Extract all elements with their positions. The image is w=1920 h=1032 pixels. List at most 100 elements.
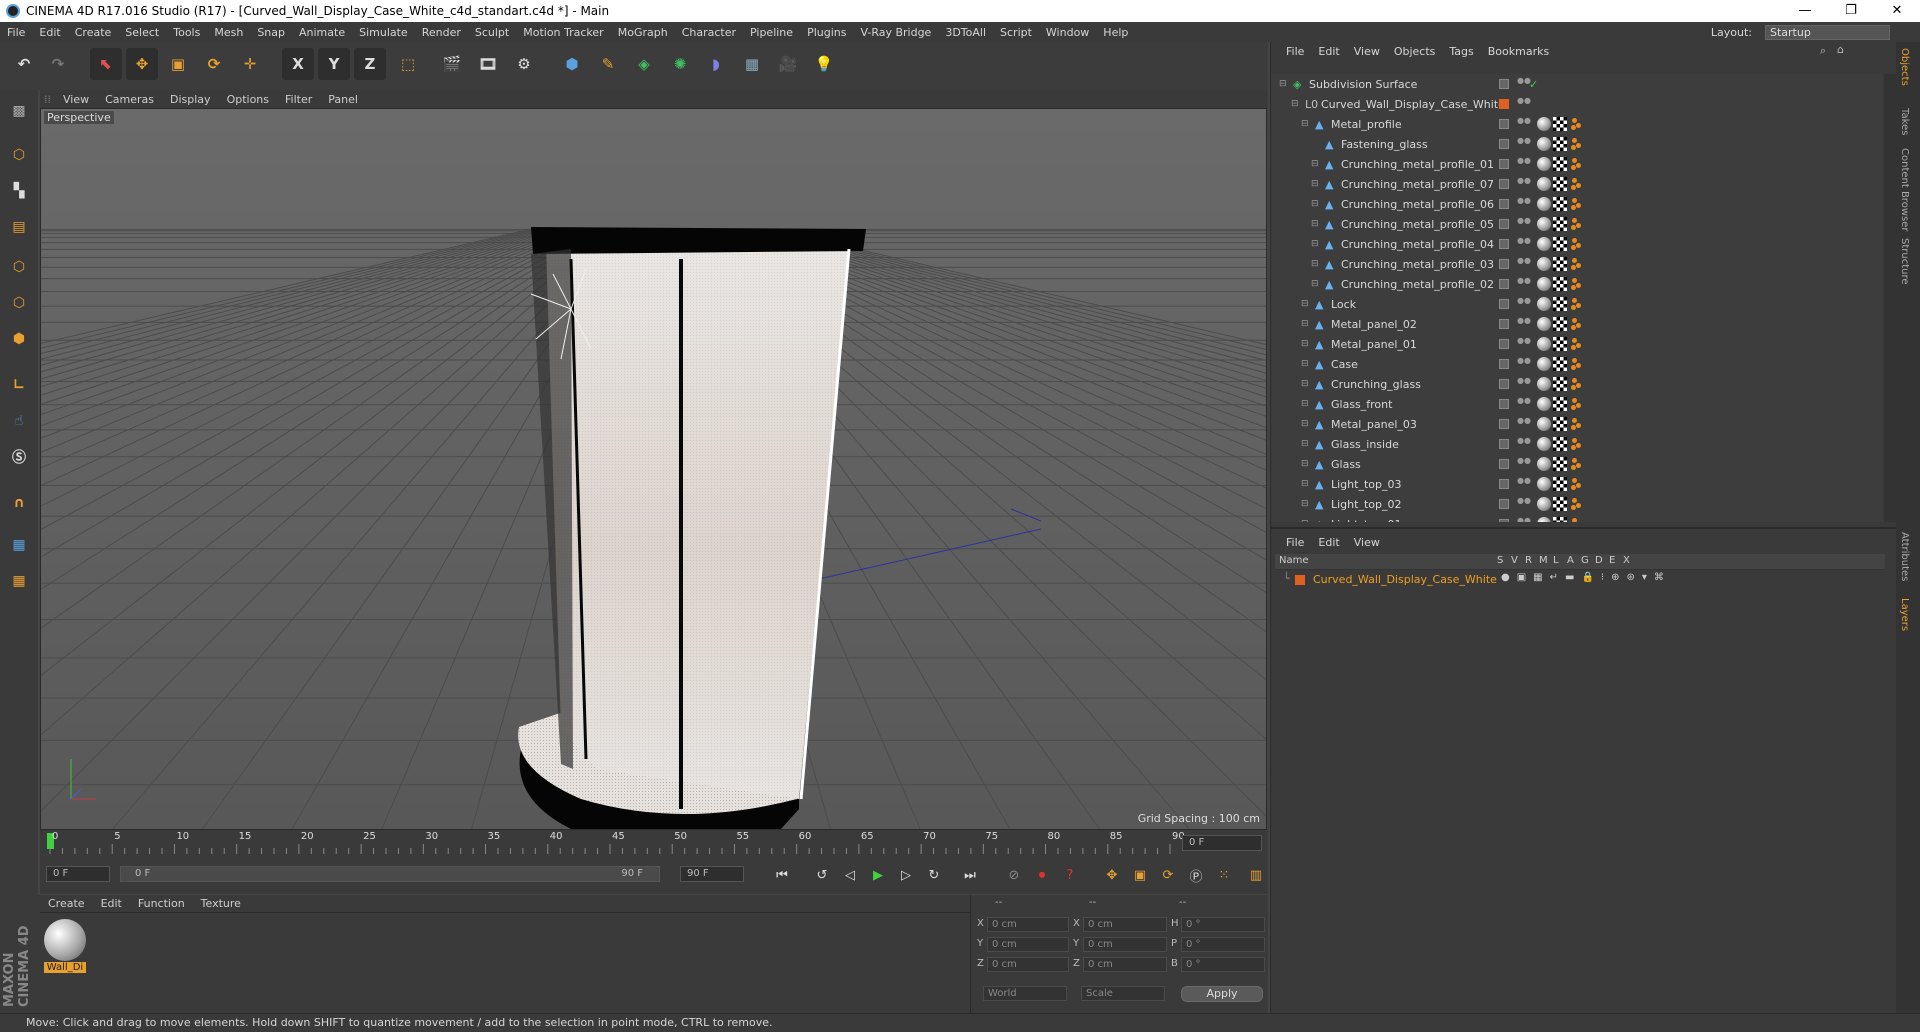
light-icon[interactable]: 💡	[808, 48, 840, 80]
object-name[interactable]: Curved_Wall_Display_Case_White	[1321, 98, 1505, 111]
object-name[interactable]: Glass	[1331, 458, 1361, 471]
size-z-field[interactable]: 0 cm	[1083, 957, 1167, 972]
object-row[interactable]: ⊟ ◈ Subdivision Surface ●● ✓	[1271, 74, 1883, 94]
phong-tag-icon[interactable]	[1569, 377, 1583, 391]
render-settings-icon[interactable]: ⚙	[508, 48, 540, 80]
material-tag-icon[interactable]	[1537, 437, 1551, 451]
side-tab-attributes[interactable]: Attributes	[1899, 532, 1910, 581]
tree-expand-icon[interactable]: ⊟	[1279, 79, 1287, 89]
object-name[interactable]: Glass_front	[1331, 398, 1392, 411]
phong-tag-icon[interactable]	[1569, 397, 1583, 411]
object-name[interactable]: Metal_panel_01	[1331, 338, 1417, 351]
layer-col-l[interactable]: L	[1553, 555, 1559, 566]
magnet-icon[interactable]: ∩	[3, 488, 35, 518]
auto-key-icon[interactable]: ⏺	[1030, 864, 1054, 886]
z-axis-button[interactable]: Z	[354, 48, 386, 80]
menu-file[interactable]: File	[0, 26, 32, 39]
array-icon[interactable]: ✺	[664, 48, 696, 80]
key-parameter-icon[interactable]: Ⓟ	[1184, 864, 1208, 886]
texture-tag-icon[interactable]	[1553, 457, 1567, 471]
layer-col-d[interactable]: D	[1595, 555, 1603, 566]
object-row[interactable]: ⊟ ▲ Crunching_metal_profile_06 ●●	[1271, 194, 1883, 214]
visibility-toggle[interactable]	[1499, 139, 1509, 149]
go-to-end-icon[interactable]: ⏭	[958, 864, 982, 886]
object-name[interactable]: Light_top_02	[1331, 498, 1401, 511]
material-tag-icon[interactable]	[1537, 397, 1551, 411]
home-icon[interactable]: ⌂	[1837, 43, 1844, 56]
object-name[interactable]: Fastening_glass	[1341, 138, 1428, 151]
object-name[interactable]: Light_top_03	[1331, 478, 1401, 491]
material-tag-icon[interactable]	[1537, 337, 1551, 351]
play-icon[interactable]: ▶	[866, 864, 890, 886]
editor-render-dots[interactable]: ●●	[1517, 117, 1531, 130]
texture-tag-icon[interactable]	[1553, 437, 1567, 451]
object-tree-scrollbar[interactable]	[1884, 74, 1896, 522]
object-name[interactable]: Lock	[1331, 298, 1356, 311]
layer-menu-view[interactable]: View	[1347, 536, 1387, 549]
material-tag-icon[interactable]	[1537, 457, 1551, 471]
material-menu-edit[interactable]: Edit	[93, 897, 130, 910]
menu-render[interactable]: Render	[415, 26, 468, 39]
texture-tag-icon[interactable]	[1553, 257, 1567, 271]
tree-expand-icon[interactable]: ⊟	[1311, 199, 1319, 209]
menu-mesh[interactable]: Mesh	[207, 26, 250, 39]
tree-expand-icon[interactable]: ⊟	[1311, 159, 1319, 169]
object-row[interactable]: ⊟ ▲ Glass ●●	[1271, 454, 1883, 474]
visibility-toggle[interactable]	[1499, 299, 1509, 309]
viewport-menu-view[interactable]: View	[55, 93, 97, 106]
layer-menu-file[interactable]: File	[1279, 536, 1311, 549]
texture-tag-icon[interactable]	[1553, 317, 1567, 331]
viewport-camera-label[interactable]: Perspective	[44, 111, 114, 124]
layer-col-x[interactable]: X	[1623, 555, 1630, 566]
redo-icon[interactable]: ↷	[42, 48, 74, 80]
make-editable-icon[interactable]: ▩	[3, 96, 35, 126]
editor-render-dots[interactable]: ●●	[1517, 497, 1531, 510]
visibility-toggle[interactable]	[1499, 279, 1509, 289]
layer-col-s[interactable]: S	[1497, 555, 1503, 566]
visibility-toggle[interactable]	[1499, 439, 1509, 449]
texture-tag-icon[interactable]	[1553, 357, 1567, 371]
layer-col-m[interactable]: M	[1539, 555, 1548, 566]
object-row[interactable]: ⊟ L0 Curved_Wall_Display_Case_White ●●	[1271, 94, 1883, 114]
object-row[interactable]: ⊟ ▲ Light_top_01 ●●	[1271, 514, 1883, 522]
editor-render-dots[interactable]: ●●	[1517, 357, 1531, 370]
y-axis-button[interactable]: Y	[318, 48, 350, 80]
object-row[interactable]: ⊟ ▲ Crunching_metal_profile_04 ●●	[1271, 234, 1883, 254]
workplane-mode-icon[interactable]: ▤	[3, 212, 35, 242]
object-name[interactable]: Case	[1331, 358, 1358, 371]
texture-tag-icon[interactable]	[1553, 417, 1567, 431]
object-name[interactable]: Crunching_metal_profile_01	[1341, 158, 1494, 171]
tree-expand-icon[interactable]: ⊟	[1301, 339, 1309, 349]
enabled-check-icon[interactable]: ✓	[1529, 78, 1538, 91]
material-tag-icon[interactable]	[1537, 277, 1551, 291]
tree-expand-icon[interactable]: ⊟	[1311, 279, 1319, 289]
editor-render-dots[interactable]: ●●	[1517, 277, 1531, 290]
layer-row[interactable]: └ Curved_Wall_Display_Case_White ●▣▦↵▬🔒⁝…	[1275, 572, 1885, 588]
editor-render-dots[interactable]: ●●	[1517, 97, 1531, 110]
menu-motion-tracker[interactable]: Motion Tracker	[516, 26, 610, 39]
tweak-mode-icon[interactable]: ☝	[3, 406, 35, 436]
object-name[interactable]: Glass_inside	[1331, 438, 1399, 451]
phong-tag-icon[interactable]	[1569, 197, 1583, 211]
live-selection-icon[interactable]: ✛	[234, 48, 266, 80]
menu-3dtoall[interactable]: 3DToAll	[938, 26, 993, 39]
editor-render-dots[interactable]: ●●	[1517, 157, 1531, 170]
object-row[interactable]: ⊟ ▲ Light_top_02 ●●	[1271, 494, 1883, 514]
material-tag-icon[interactable]	[1537, 297, 1551, 311]
key-pla-icon[interactable]: ⁙	[1212, 864, 1236, 886]
tree-expand-icon[interactable]: ⊟	[1301, 399, 1309, 409]
material-tag-icon[interactable]	[1537, 137, 1551, 151]
texture-tag-icon[interactable]	[1553, 197, 1567, 211]
material-tag-icon[interactable]	[1537, 417, 1551, 431]
material-tag-icon[interactable]	[1537, 357, 1551, 371]
visibility-toggle[interactable]	[1499, 259, 1509, 269]
menu-v-ray-bridge[interactable]: V-Ray Bridge	[853, 26, 938, 39]
menu-tools[interactable]: Tools	[166, 26, 207, 39]
lock-workplane-icon[interactable]: ▦	[3, 530, 35, 560]
texture-tag-icon[interactable]	[1553, 277, 1567, 291]
menu-mograph[interactable]: MoGraph	[611, 26, 675, 39]
menu-character[interactable]: Character	[675, 26, 743, 39]
editor-render-dots[interactable]: ●●	[1517, 457, 1531, 470]
apply-button[interactable]: Apply	[1181, 986, 1263, 1002]
menu-help[interactable]: Help	[1096, 26, 1135, 39]
